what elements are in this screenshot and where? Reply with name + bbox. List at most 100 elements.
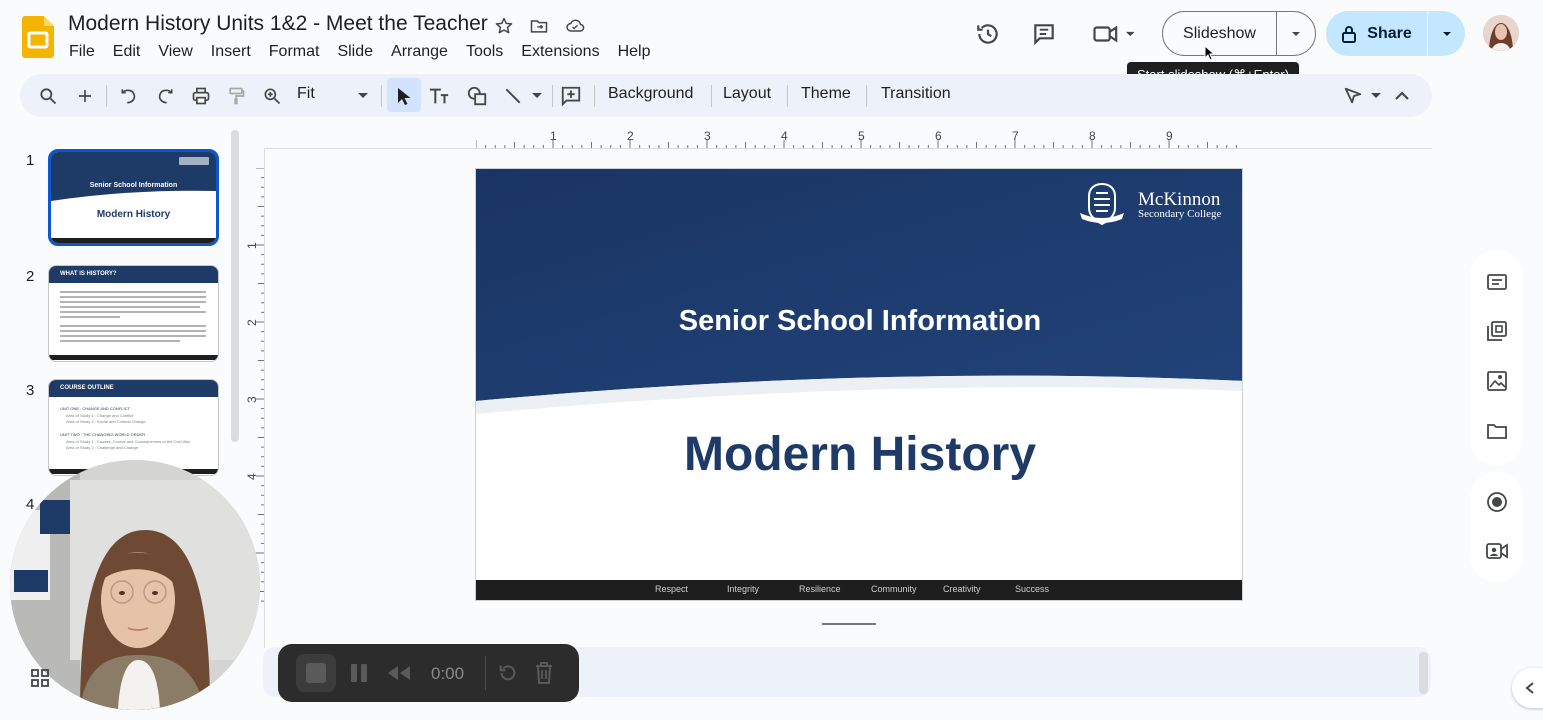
meet-video-icon[interactable] (1088, 18, 1140, 50)
camera-record-icon[interactable] (1484, 538, 1510, 564)
thumb-footer (49, 355, 218, 360)
collapse-menus-icon[interactable] (1390, 84, 1414, 108)
stop-icon (306, 663, 326, 683)
mode-dropdown-icon[interactable] (1370, 92, 1382, 100)
slide-thumbnail-1[interactable]: Senior School Information Modern History (48, 149, 219, 246)
thumb-heading: WHAT IS HISTORY? (60, 271, 117, 277)
thumb-body-lines (60, 290, 208, 342)
ruler-label: 8 (1089, 129, 1096, 143)
ruler-label: 3 (704, 129, 711, 143)
ruler-label: 2 (246, 319, 259, 326)
slide-title[interactable]: Modern History (476, 427, 1242, 482)
share-button[interactable]: Share (1326, 11, 1428, 56)
notes-scrollbar[interactable] (1419, 652, 1428, 694)
horizontal-ruler[interactable]: 1 2 3 4 5 6 7 8 9 (476, 128, 1243, 148)
print-icon[interactable] (189, 84, 213, 108)
new-slide-icon[interactable] (73, 84, 97, 108)
filmstrip-scrollbar[interactable] (231, 130, 239, 442)
slideshow-button-group: Slideshow (1162, 11, 1316, 56)
restart-icon[interactable] (497, 662, 519, 684)
ruler-label: 5 (858, 129, 865, 143)
slide-subtitle[interactable]: Senior School Information (476, 305, 1242, 338)
ruler-border (264, 148, 1432, 149)
rewind-icon[interactable] (386, 664, 412, 682)
shape-icon[interactable] (465, 84, 489, 108)
undo-icon[interactable] (117, 84, 141, 108)
slides-library-icon[interactable] (1484, 318, 1510, 344)
theme-button[interactable]: Theme (801, 85, 851, 103)
grid-view-icon[interactable] (30, 668, 50, 688)
share-dropdown-icon[interactable] (1428, 11, 1465, 56)
menu-edit[interactable]: Edit (104, 41, 150, 63)
zoom-select[interactable]: Fit (297, 85, 315, 103)
lock-icon (1342, 25, 1357, 43)
record-icon[interactable] (1484, 489, 1510, 515)
editing-mode-pen-icon[interactable] (1341, 84, 1365, 108)
line-icon[interactable] (501, 84, 525, 108)
line-dropdown-icon[interactable] (531, 92, 543, 100)
share-button-group: Share (1326, 11, 1465, 56)
thumb-title: Modern History (96, 209, 171, 220)
zoom-icon[interactable] (260, 84, 284, 108)
search-menus-icon[interactable] (36, 84, 60, 108)
slides-logo[interactable] (22, 16, 54, 58)
toolbar-divider (381, 85, 382, 107)
layout-button[interactable]: Layout (723, 85, 771, 103)
transition-button[interactable]: Transition (881, 85, 951, 103)
keep-notes-icon[interactable] (1484, 269, 1510, 295)
toolbar-divider (106, 85, 107, 107)
slideshow-dropdown-icon[interactable] (1277, 12, 1315, 55)
pause-icon[interactable] (349, 662, 369, 684)
comments-icon[interactable] (1028, 18, 1060, 50)
toolbar-divider (594, 85, 595, 107)
folder-icon[interactable] (1484, 418, 1510, 444)
document-title[interactable]: Modern History Units 1&2 - Meet the Teac… (68, 12, 488, 36)
menu-view[interactable]: View (149, 41, 201, 63)
share-label: Share (1367, 24, 1412, 42)
ruler-label: 2 (627, 129, 634, 143)
slide-canvas[interactable]: McKinnon Secondary College Senior School… (475, 168, 1243, 601)
footer-value: Community (871, 584, 917, 594)
thumb-curve (51, 169, 216, 229)
thumb-item: Area of Study 2 : Social and Cultural Ch… (66, 419, 146, 424)
thumb-logo (179, 157, 209, 165)
ruler-label: 7 (1012, 129, 1019, 143)
redo-icon[interactable] (153, 84, 177, 108)
paint-format-icon[interactable] (224, 84, 248, 108)
move-to-folder-icon[interactable] (527, 14, 551, 38)
ruler-label: 4 (246, 473, 259, 480)
thumb-item: Area of Study 2 : Challenge and Change (66, 445, 138, 450)
menu-slide[interactable]: Slide (328, 41, 382, 63)
menu-file[interactable]: File (60, 41, 104, 63)
select-cursor-icon[interactable] (392, 84, 416, 108)
slide-footer-bar (476, 580, 1242, 600)
text-box-icon[interactable] (427, 84, 451, 108)
cloud-saved-icon[interactable] (563, 14, 587, 38)
menu-tools[interactable]: Tools (457, 41, 512, 63)
version-history-icon[interactable] (972, 18, 1004, 50)
slide-number: 1 (26, 152, 35, 169)
ruler-label: 9 (1166, 129, 1173, 143)
expand-side-panel-icon[interactable] (1512, 668, 1543, 708)
menu-format[interactable]: Format (260, 41, 329, 63)
zoom-dropdown-icon[interactable] (357, 92, 369, 100)
menu-extensions[interactable]: Extensions (512, 41, 608, 63)
menu-insert[interactable]: Insert (202, 41, 260, 63)
menu-bar: File Edit View Insert Format Slide Arran… (60, 41, 659, 63)
menu-arrange[interactable]: Arrange (382, 41, 457, 63)
speaker-notes-drag-handle[interactable] (822, 623, 876, 625)
thumb-heading: COURSE OUTLINE (60, 385, 114, 391)
slide-number: 2 (26, 268, 35, 285)
slideshow-button[interactable]: Slideshow (1163, 12, 1277, 55)
account-avatar[interactable] (1483, 15, 1519, 51)
insert-image-icon[interactable] (1484, 368, 1510, 394)
mouse-cursor-icon (1204, 45, 1216, 61)
toolbar-divider (711, 85, 712, 107)
background-button[interactable]: Background (608, 85, 693, 103)
add-comment-icon[interactable] (559, 84, 583, 108)
menu-help[interactable]: Help (609, 41, 660, 63)
delete-icon[interactable] (533, 661, 555, 685)
toolbar-divider (787, 85, 788, 107)
star-icon[interactable] (492, 14, 516, 38)
slide-thumbnail-2[interactable]: WHAT IS HISTORY? (48, 265, 219, 362)
